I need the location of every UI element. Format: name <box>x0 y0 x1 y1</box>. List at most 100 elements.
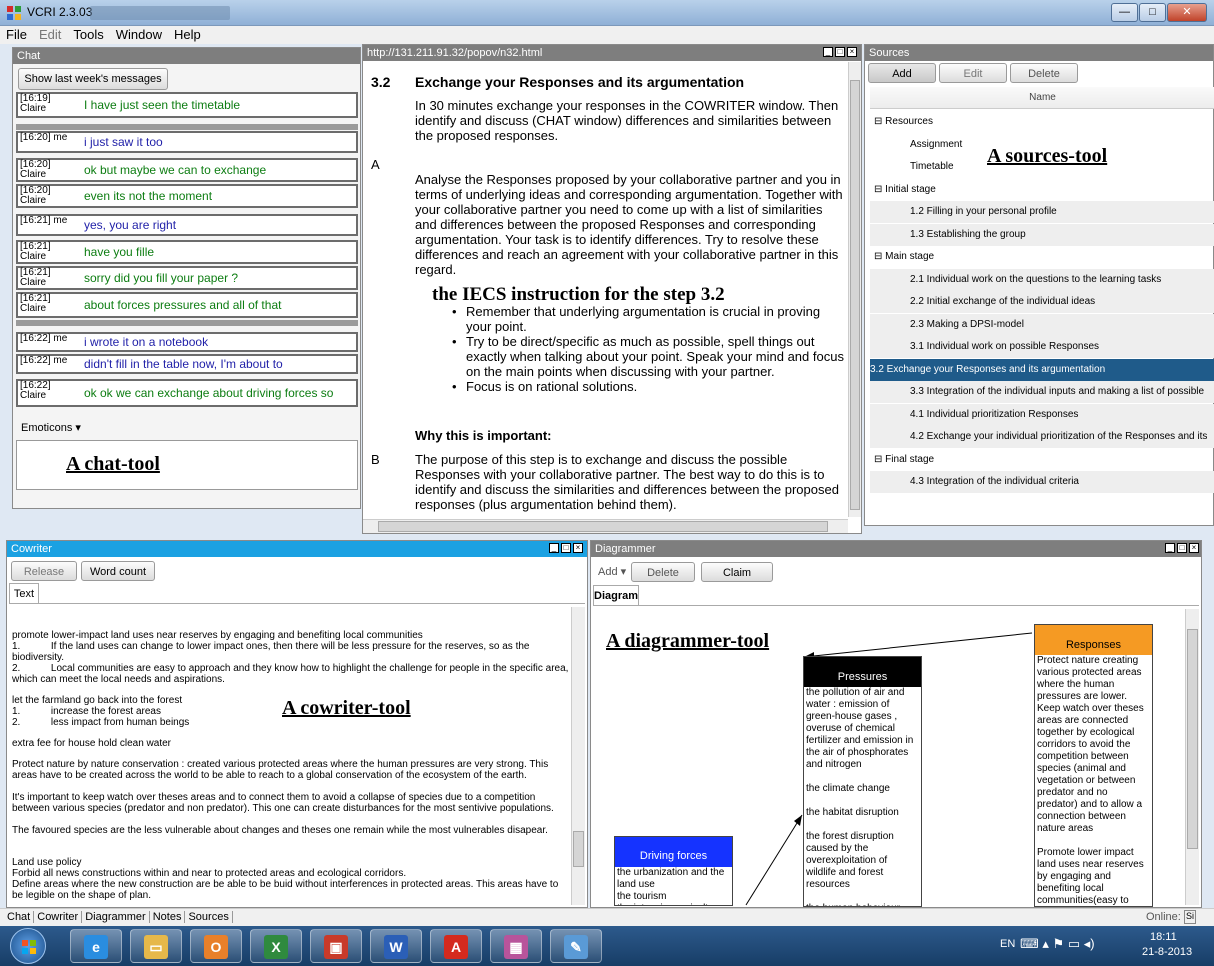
chat-user: Claire <box>20 277 47 288</box>
chat-message: [16:20] me i just saw it too <box>16 131 358 153</box>
delete-source-button[interactable]: Delete <box>1010 63 1078 83</box>
scroll-thumb[interactable] <box>378 521 828 532</box>
source-item[interactable]: 4.3 Integration of the individual criter… <box>870 471 1214 493</box>
bullet-text: Focus is on rational solutions. <box>466 379 638 394</box>
emoticons-label: Emoticons <box>21 422 73 434</box>
collapse-icon[interactable]: ⊟ <box>874 184 885 195</box>
source-item[interactable]: 3.3 Integration of the individual inputs… <box>870 381 1214 403</box>
claim-button[interactable]: Claim <box>701 562 773 582</box>
language-indicator[interactable]: EN <box>1000 938 1015 950</box>
chevron-down-icon: ▾ <box>620 566 627 578</box>
taskbar-app-button[interactable]: ✎ <box>550 929 602 963</box>
source-group[interactable]: ⊟ Final stage <box>870 449 1214 471</box>
close-icon[interactable]: × <box>1189 543 1199 553</box>
diagram-scrollbar[interactable] <box>1185 609 1199 905</box>
taskbar-app-button[interactable]: X <box>250 929 302 963</box>
scroll-thumb[interactable] <box>1187 629 1198 849</box>
sources-column-header[interactable]: Name <box>870 87 1214 109</box>
source-item[interactable]: 2.2 Initial exchange of the individual i… <box>870 291 1214 313</box>
scroll-thumb[interactable] <box>850 80 860 510</box>
instruction-hscrollbar[interactable] <box>363 519 848 533</box>
responses-box[interactable]: Responses Protect nature creating variou… <box>1034 624 1153 907</box>
taskbar-app-button[interactable]: e <box>70 929 122 963</box>
status-tab-chat[interactable]: Chat <box>4 911 35 923</box>
source-group[interactable]: ⊟ Initial stage <box>870 179 1214 201</box>
close-icon[interactable]: × <box>573 543 583 553</box>
tray-icons[interactable]: ⌨ ▴ ⚑ ▭ ◂) <box>1020 936 1095 952</box>
minimize-icon[interactable]: _ <box>1165 543 1175 553</box>
cowriter-tool-caption: A cowriter-tool <box>282 697 411 719</box>
source-item[interactable]: 4.2 Exchange your individual prioritizat… <box>870 426 1214 448</box>
cowriter-line: The favoured species are the less vulner… <box>12 825 548 836</box>
sources-header: Sources <box>865 45 1213 61</box>
scroll-thumb[interactable] <box>573 831 584 867</box>
chat-message-text: yes, you are right <box>84 218 177 232</box>
cowriter-scrollbar[interactable] <box>571 607 585 905</box>
add-source-button[interactable]: Add <box>868 63 936 83</box>
arrowhead-icon <box>794 815 802 826</box>
source-item[interactable]: 3.2 Exchange your Responses and its argu… <box>870 358 1214 381</box>
taskbar-app-button[interactable]: ▣ <box>310 929 362 963</box>
why-heading: Why this is important: <box>415 428 552 443</box>
source-item[interactable]: 2.1 Individual work on the questions to … <box>870 268 1214 291</box>
edit-source-button[interactable]: Edit <box>939 63 1007 83</box>
source-label: 2.2 Initial exchange of the individual i… <box>910 296 1096 307</box>
source-item[interactable]: 3.1 Individual work on possible Response… <box>870 336 1214 358</box>
emoticons-menu[interactable]: Emoticons ▾ <box>21 421 81 434</box>
taskbar-app-button[interactable]: O <box>190 929 242 963</box>
intro-text: In 30 minutes exchange your responses in… <box>415 98 839 143</box>
start-button[interactable] <box>10 928 46 964</box>
source-item[interactable]: 1.2 Filling in your personal profile <box>870 201 1214 223</box>
maximize-button[interactable]: □ <box>1139 3 1166 22</box>
chat-message-meta: [16:21] Claire <box>20 294 51 314</box>
collapse-icon[interactable]: ⊟ <box>874 116 885 127</box>
delete-diagram-button[interactable]: Delete <box>631 562 695 582</box>
source-item[interactable]: 2.3 Making a DPSI-model <box>870 313 1214 336</box>
close-icon[interactable]: × <box>847 47 857 57</box>
online-status-icon[interactable]: Si <box>1184 910 1196 924</box>
tab-text[interactable]: Text <box>9 583 39 603</box>
source-label: 2.3 Making a DPSI-model <box>910 318 1024 330</box>
status-tab-notes[interactable]: Notes <box>149 911 186 923</box>
taskbar-app-button[interactable]: A <box>430 929 482 963</box>
taskbar: e ▭ O X ▣ W A ▦ ✎ EN ⌨ ▴ ⚑ ▭ ◂) 18:11 21-8-2013 <box>0 926 1214 966</box>
taskbar-app-button[interactable]: ▭ <box>130 929 182 963</box>
source-group[interactable]: ⊟ Resources <box>870 111 1214 133</box>
menu-edit[interactable]: Edit <box>33 26 67 42</box>
tab-diagram[interactable]: Diagram <box>593 585 639 605</box>
clock-date[interactable]: 21-8-2013 <box>1142 946 1192 958</box>
collapse-icon[interactable]: ⊟ <box>874 251 885 262</box>
show-last-week-button[interactable]: Show last week's messages <box>18 68 168 90</box>
minimize-button[interactable]: — <box>1111 3 1138 22</box>
source-item[interactable]: 1.3 Establishing the group <box>870 223 1214 246</box>
menu-window[interactable]: Window <box>110 26 168 42</box>
status-tab-sources[interactable]: Sources <box>185 911 233 923</box>
maximize-icon[interactable]: □ <box>835 47 845 57</box>
chat-time: [16:21] me <box>20 215 68 226</box>
source-item[interactable]: 4.1 Individual prioritization Responses <box>870 403 1214 426</box>
collapse-icon[interactable]: ⊟ <box>874 454 885 465</box>
word-count-button[interactable]: Word count <box>81 561 155 581</box>
taskbar-app-button[interactable]: W <box>370 929 422 963</box>
clock-time[interactable]: 18:11 <box>1150 931 1177 943</box>
menu-tools[interactable]: Tools <box>67 26 109 42</box>
source-label: 2.1 Individual work on the questions to … <box>910 273 1162 285</box>
flag-icon: ⚑ <box>1052 936 1065 951</box>
taskbar-app-button[interactable]: ▦ <box>490 929 542 963</box>
menu-help[interactable]: Help <box>168 26 207 42</box>
driving-forces-box[interactable]: Driving forces the urbanization and the … <box>614 836 733 906</box>
release-button[interactable]: Release <box>11 561 77 581</box>
pressures-box[interactable]: Pressures the pollution of air and water… <box>803 656 922 907</box>
minimize-icon[interactable]: _ <box>823 47 833 57</box>
add-dropdown[interactable]: Add ▾ <box>598 565 626 578</box>
maximize-icon[interactable]: □ <box>561 543 571 553</box>
status-tab-cowriter[interactable]: Cowriter <box>34 911 83 923</box>
close-button[interactable]: ✕ <box>1167 3 1207 22</box>
instruction-vscrollbar[interactable] <box>848 62 861 517</box>
paint-icon: ✎ <box>564 935 588 959</box>
maximize-icon[interactable]: □ <box>1177 543 1187 553</box>
menu-file[interactable]: File <box>0 26 33 42</box>
minimize-icon[interactable]: _ <box>549 543 559 553</box>
status-tab-diagrammer[interactable]: Diagrammer <box>82 911 150 923</box>
source-group[interactable]: ⊟ Main stage <box>870 246 1214 268</box>
